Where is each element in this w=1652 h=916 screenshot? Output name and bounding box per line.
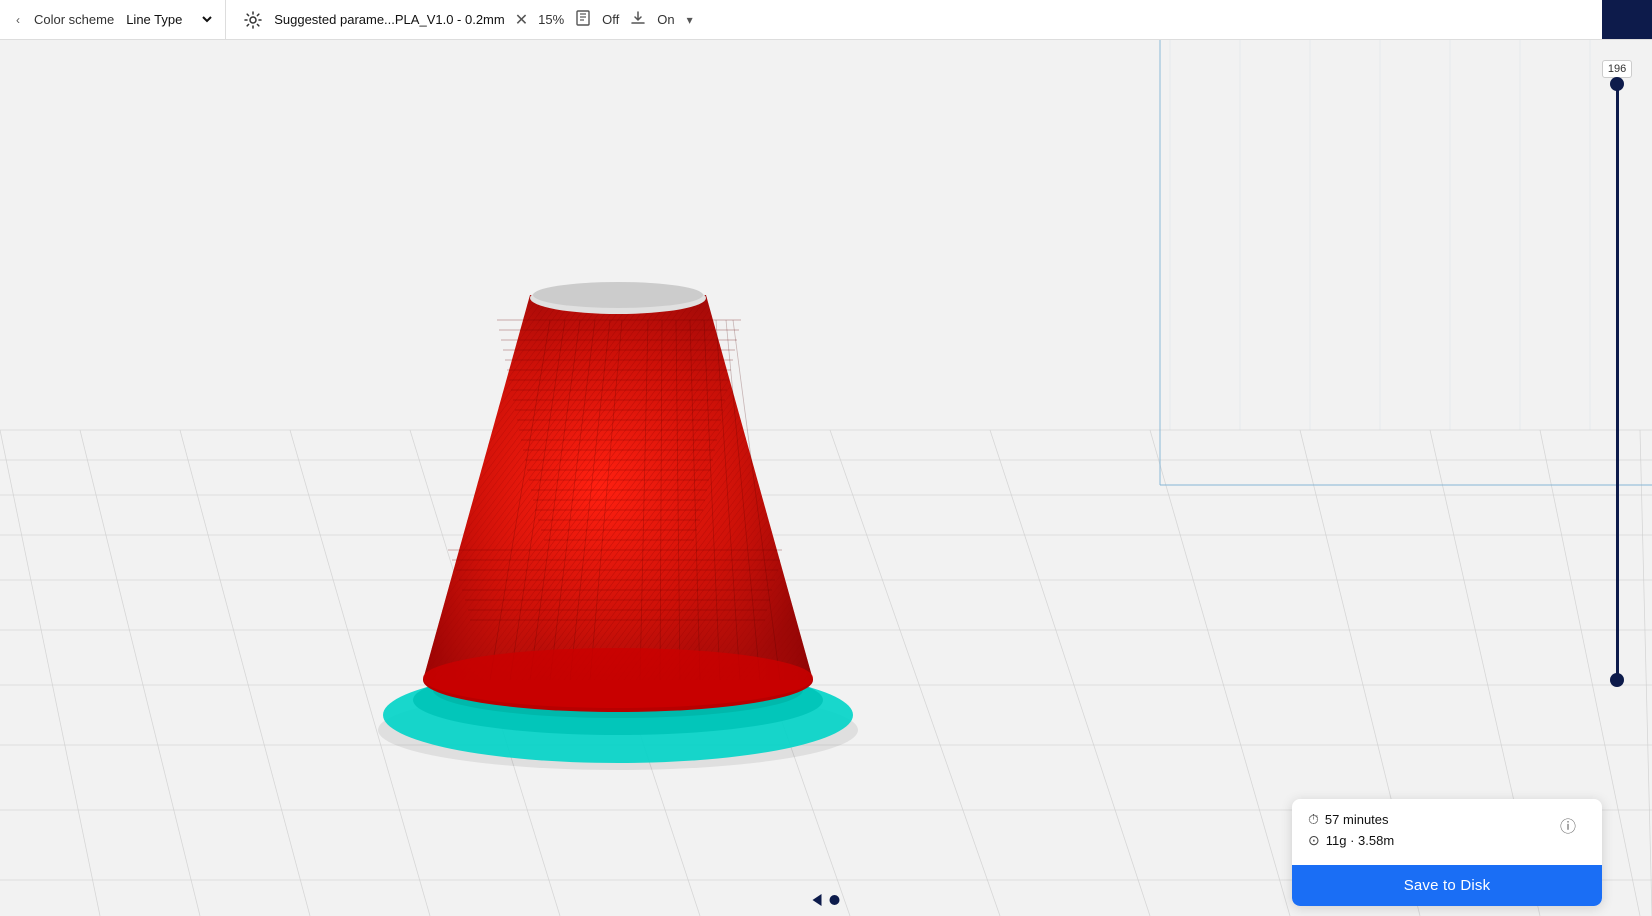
support-off-label: Off xyxy=(602,12,619,27)
download-icon xyxy=(629,9,647,31)
settings-icon xyxy=(242,9,264,31)
save-to-disk-button[interactable]: Save to Disk xyxy=(1292,865,1602,906)
slider-handle-bottom[interactable] xyxy=(1610,673,1624,687)
nav-arrow-left[interactable] xyxy=(813,894,822,906)
stats-left: ⏱ 57 minutes ⊙ 11g · 3.58m xyxy=(1308,811,1394,853)
material-stat-row: ⊙ 11g · 3.58m xyxy=(1308,832,1394,849)
toolbar-left-section: ‹ Color scheme Line Type Speed Temperatu… xyxy=(0,0,226,39)
toolbar: ‹ Color scheme Line Type Speed Temperatu… xyxy=(0,0,1652,40)
params-dropdown-button[interactable]: ▾ xyxy=(685,11,695,29)
3d-viewport[interactable]: 196 ⏱ 57 minutes ⊙ 11g · 3.58m ⓘ Save to xyxy=(0,40,1652,916)
on-label: On xyxy=(657,12,674,27)
info-stats: ⏱ 57 minutes ⊙ 11g · 3.58m ⓘ xyxy=(1292,799,1602,865)
slider-handle-top[interactable] xyxy=(1610,77,1624,91)
filament-icon: ⊙ xyxy=(1308,832,1320,849)
layer-slider[interactable]: 196 xyxy=(1602,60,1632,680)
time-stat-row: ⏱ 57 minutes xyxy=(1308,811,1394,828)
material-label: 11g · 3.58m xyxy=(1326,833,1394,848)
suggested-params-text: Suggested parame...PLA_V1.0 - 0.2mm xyxy=(274,12,505,27)
scene-svg xyxy=(0,40,1652,916)
clock-icon: ⏱ xyxy=(1308,811,1319,828)
info-panel: ⏱ 57 minutes ⊙ 11g · 3.58m ⓘ Save to Dis… xyxy=(1292,799,1602,906)
chevron-left-button[interactable]: ‹ xyxy=(10,11,26,29)
slider-track[interactable] xyxy=(1616,84,1619,680)
line-type-select[interactable]: Line Type Speed Temperature xyxy=(122,11,215,28)
toolbar-center-section: Suggested parame...PLA_V1.0 - 0.2mm ✕ 15… xyxy=(226,9,1602,31)
info-button[interactable]: ⓘ xyxy=(1554,811,1582,839)
color-scheme-label: Color scheme xyxy=(34,12,114,27)
time-label: 57 minutes xyxy=(1325,812,1389,827)
bottom-nav xyxy=(813,894,840,906)
support-icon xyxy=(574,9,592,31)
info-button-container: ⓘ xyxy=(1554,811,1586,839)
infill-value: 15% xyxy=(538,12,564,27)
nav-dot[interactable] xyxy=(830,895,840,905)
toolbar-right-accent xyxy=(1602,0,1652,39)
suggested-params: Suggested parame...PLA_V1.0 - 0.2mm ✕ 15… xyxy=(242,9,694,31)
layer-value-badge: 196 xyxy=(1602,60,1632,78)
layers-icon: ✕ xyxy=(515,10,528,30)
